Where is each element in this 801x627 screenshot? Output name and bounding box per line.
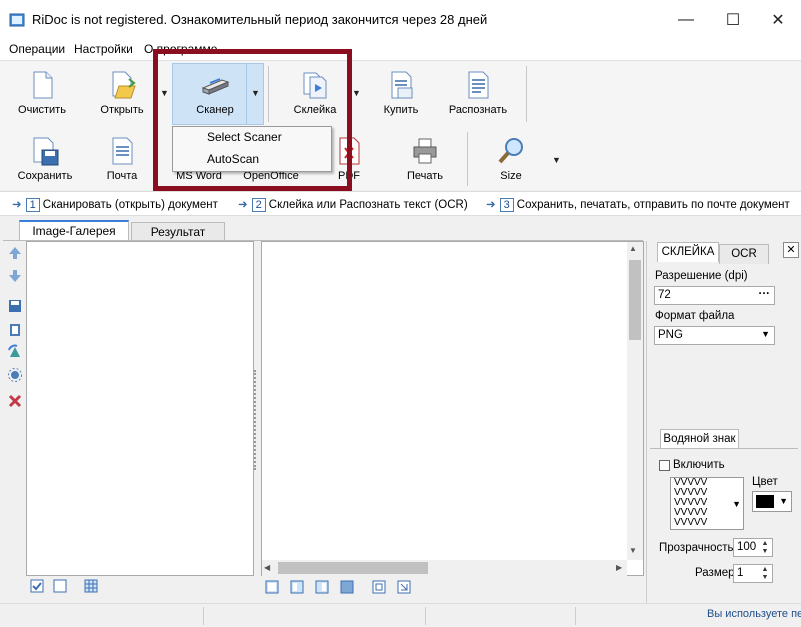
- ellipsis-button[interactable]: ···: [759, 288, 771, 300]
- delete-icon[interactable]: [7, 393, 23, 409]
- clipboard-icon[interactable]: [7, 321, 23, 337]
- size-input[interactable]: 1 ▲ ▼: [733, 564, 773, 583]
- watermark-pattern-select[interactable]: VVVVV VVVVV VVVVV VVVVV VVVVV ▼: [670, 477, 744, 530]
- move-up-icon[interactable]: [7, 245, 23, 261]
- preview-panel[interactable]: [261, 241, 644, 576]
- scroll-left-arrow[interactable]: ◀: [264, 563, 270, 572]
- step-3[interactable]: ➜ 3 Сохранить, печатать, отправить по почт…: [486, 197, 790, 212]
- arrow-right-icon: ➜: [12, 199, 22, 211]
- color-label: Цвет: [752, 476, 778, 488]
- buy-document-icon: [391, 71, 413, 99]
- file-format-label: Формат файла: [655, 310, 735, 322]
- view-right-icon[interactable]: [315, 580, 329, 594]
- view-normal-icon[interactable]: [265, 580, 279, 594]
- menu-settings[interactable]: Настройки: [74, 42, 133, 56]
- magnifier-icon: [498, 138, 523, 164]
- scroll-down-arrow[interactable]: ▼: [629, 546, 637, 555]
- status-text: Вы используете пе: [707, 608, 801, 620]
- arrow-right-icon: ➜: [238, 199, 248, 211]
- enable-watermark-checkbox[interactable]: [659, 460, 670, 471]
- image-gallery-panel[interactable]: [26, 241, 254, 576]
- file-format-select[interactable]: PNG ▼: [654, 326, 775, 345]
- zoom-fit-icon[interactable]: [372, 580, 386, 594]
- brightness-icon[interactable]: [7, 367, 23, 383]
- watermark-divider: [650, 448, 798, 449]
- deselect-icon[interactable]: [53, 579, 67, 593]
- color-swatch: [756, 495, 774, 508]
- save-icon[interactable]: [7, 298, 23, 314]
- save-document-icon: [33, 137, 59, 166]
- horizontal-scrollbar[interactable]: ◀ ▶: [262, 560, 627, 576]
- highlight-annotation-box: [153, 49, 352, 191]
- resolution-label: Разрешение (dpi): [655, 270, 748, 282]
- zoom-actual-icon[interactable]: [397, 580, 411, 594]
- chevron-down-icon: ▼: [732, 499, 741, 509]
- view-left-icon[interactable]: [290, 580, 304, 594]
- title-bar: RiDoc is not registered. Ознакомительный…: [0, 0, 801, 40]
- toolbar-separator: [467, 132, 468, 186]
- glue-dropdown-arrow[interactable]: ▼: [352, 88, 361, 98]
- spin-up-icon[interactable]: ▲: [759, 566, 771, 574]
- tab-skleyka[interactable]: СКЛЕЙКА: [657, 242, 719, 262]
- scroll-right-arrow[interactable]: ▶: [616, 563, 622, 572]
- open-button[interactable]: Открыть: [87, 70, 157, 116]
- tab-image-gallery[interactable]: Image-Галерея: [19, 220, 129, 240]
- app-icon: [9, 13, 25, 27]
- arrow-right-icon: ➜: [486, 199, 496, 211]
- save-button[interactable]: Сохранить: [10, 136, 80, 182]
- spin-down-icon[interactable]: ▼: [759, 548, 771, 556]
- close-panel-button[interactable]: ✕: [783, 242, 799, 258]
- transparency-input[interactable]: 100 ▲ ▼: [733, 538, 773, 557]
- color-picker[interactable]: ▼: [752, 491, 792, 512]
- maximize-button[interactable]: ☐: [713, 6, 753, 34]
- clear-button[interactable]: Очистить: [7, 70, 77, 116]
- move-down-icon[interactable]: [7, 268, 23, 284]
- print-button[interactable]: Печать: [390, 136, 460, 182]
- status-bar: Вы используете пе: [0, 603, 801, 627]
- size-label: Размер: [695, 567, 735, 579]
- spin-up-icon[interactable]: ▲: [759, 540, 771, 548]
- tab-ocr[interactable]: OCR: [719, 244, 769, 264]
- vertical-scrollbar[interactable]: ▲ ▼: [627, 242, 643, 560]
- open-document-icon: [112, 71, 136, 99]
- recognize-text-icon: [468, 71, 489, 99]
- blank-document-icon: [33, 71, 53, 99]
- size-button[interactable]: Size: [476, 136, 546, 182]
- hscrollbar-thumb[interactable]: [278, 562, 428, 574]
- view-fill-icon[interactable]: [340, 580, 354, 594]
- select-all-icon[interactable]: [30, 579, 44, 593]
- enable-watermark-label: Включить: [673, 459, 725, 471]
- status-divider: [425, 607, 426, 625]
- splitter-handle[interactable]: [254, 370, 260, 470]
- scroll-up-arrow[interactable]: ▲: [629, 244, 637, 253]
- steps-bar: ➜ 1 Сканировать (открыть) документ ➜ 2 Склей…: [0, 191, 801, 216]
- grid-view-icon[interactable]: [84, 579, 98, 593]
- toolbar-separator: [526, 66, 527, 122]
- chevron-down-icon: ▼: [761, 329, 770, 339]
- mail-icon: [112, 137, 133, 165]
- tab-result[interactable]: Результат: [131, 222, 225, 242]
- minimize-button[interactable]: —: [666, 6, 706, 34]
- resolution-input[interactable]: 72 ···: [654, 286, 775, 305]
- recognize-button[interactable]: Распознать: [443, 70, 513, 116]
- buy-button[interactable]: Купить: [366, 70, 436, 116]
- menu-operations[interactable]: Операции: [9, 42, 65, 56]
- tab-watermark[interactable]: Водяной знак: [660, 429, 739, 449]
- close-window-button[interactable]: ✕: [758, 6, 798, 34]
- step-1[interactable]: ➜ 1 Сканировать (открыть) документ: [12, 197, 218, 212]
- spin-down-icon[interactable]: ▼: [759, 574, 771, 582]
- transparency-label: Прозрачность: [659, 542, 734, 554]
- status-divider: [203, 607, 204, 625]
- printer-icon: [413, 138, 437, 164]
- mail-button[interactable]: Почта: [87, 136, 157, 182]
- menu-bar: Операции Настройки О программе: [0, 40, 801, 60]
- scrollbar-thumb[interactable]: [629, 260, 641, 340]
- rotate-icon[interactable]: [7, 344, 23, 360]
- size-dropdown-arrow[interactable]: ▼: [552, 155, 561, 165]
- step-2[interactable]: ➜ 2 Склейка или Распознать текст (OCR): [238, 197, 468, 212]
- window-title: RiDoc is not registered. Ознакомительный…: [32, 12, 488, 27]
- chevron-down-icon: ▼: [779, 496, 788, 506]
- status-divider: [575, 607, 576, 625]
